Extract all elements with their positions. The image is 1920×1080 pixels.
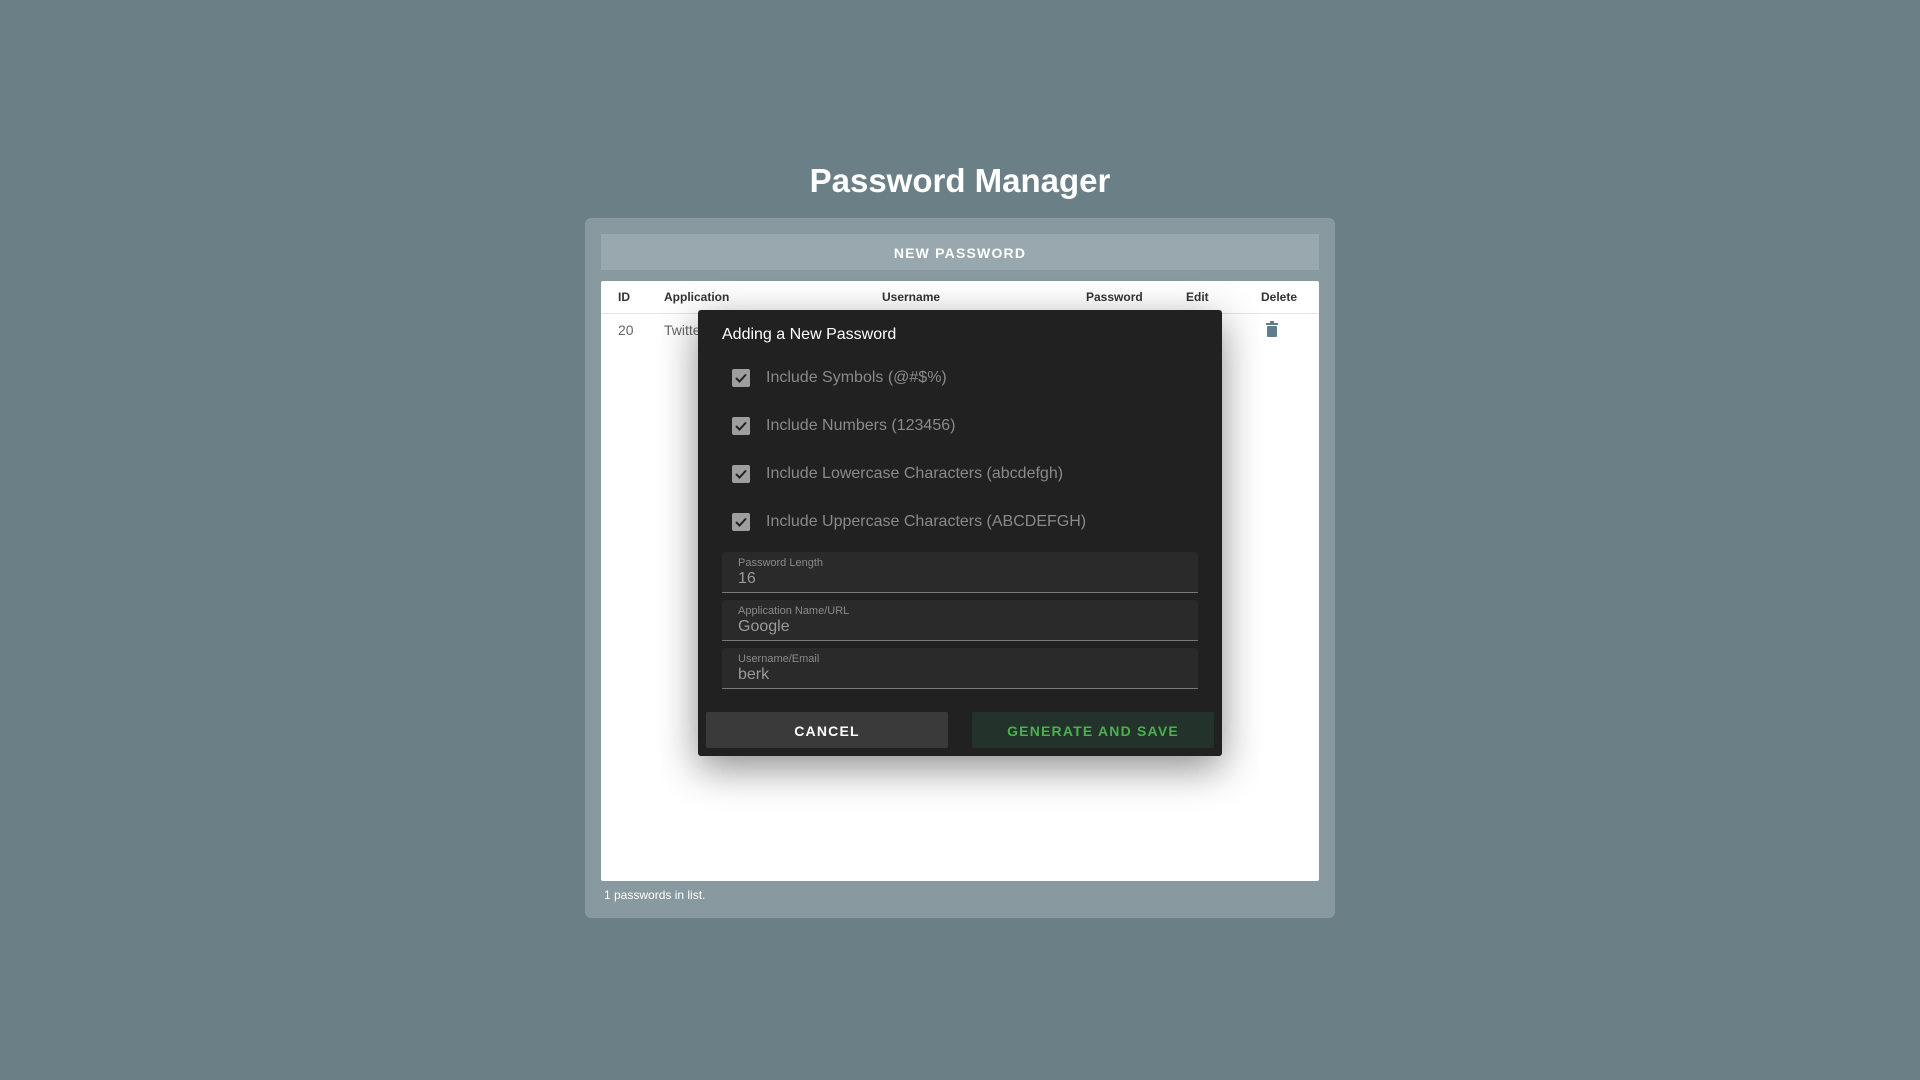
column-header-edit: Edit: [1186, 290, 1209, 304]
generate-and-save-button[interactable]: GENERATE AND SAVE: [972, 712, 1214, 748]
check-icon[interactable]: [732, 417, 750, 435]
column-header-password[interactable]: Password: [1086, 290, 1143, 304]
check-icon[interactable]: [732, 465, 750, 483]
column-header-username[interactable]: Username: [882, 290, 940, 304]
cancel-button[interactable]: CANCEL: [706, 712, 948, 748]
password-length-field[interactable]: Password Length: [722, 552, 1198, 593]
password-count: 1 passwords in list.: [604, 888, 706, 902]
field-label: Password Length: [738, 557, 823, 569]
page-title: Password Manager: [809, 162, 1111, 199]
application-field[interactable]: Application Name/URL: [722, 600, 1198, 641]
row-application: Twitte: [664, 322, 701, 338]
new-password-dialog: Adding a New Password Include Symbols (@…: [698, 310, 1222, 756]
password-length-input[interactable]: [738, 570, 1178, 588]
option-label: Include Numbers (123456): [766, 417, 956, 434]
option-lowercase[interactable]: Include Lowercase Characters (abcdefgh): [732, 462, 1063, 486]
option-numbers[interactable]: Include Numbers (123456): [732, 414, 955, 438]
check-icon[interactable]: [732, 369, 750, 387]
column-header-id[interactable]: ID: [618, 290, 630, 304]
username-field[interactable]: Username/Email: [722, 648, 1198, 689]
new-password-button[interactable]: NEW PASSWORD: [601, 234, 1319, 270]
application-input[interactable]: [738, 618, 1178, 636]
row-id: 20: [618, 322, 634, 338]
username-input[interactable]: [738, 666, 1178, 684]
option-label: Include Symbols (@#$%): [766, 369, 947, 386]
trash-icon[interactable]: [1265, 321, 1279, 337]
option-symbols[interactable]: Include Symbols (@#$%): [732, 366, 947, 390]
option-label: Include Uppercase Characters (ABCDEFGH): [766, 513, 1087, 530]
field-label: Application Name/URL: [738, 605, 850, 617]
column-header-delete: Delete: [1261, 290, 1298, 304]
column-header-application[interactable]: Application: [664, 290, 729, 304]
option-uppercase[interactable]: Include Uppercase Characters (ABCDEFGH): [732, 510, 1086, 534]
dialog-title: Adding a New Password: [722, 326, 897, 343]
check-icon[interactable]: [732, 513, 750, 531]
option-label: Include Lowercase Characters (abcdefgh): [766, 465, 1064, 482]
field-label: Username/Email: [738, 653, 820, 665]
